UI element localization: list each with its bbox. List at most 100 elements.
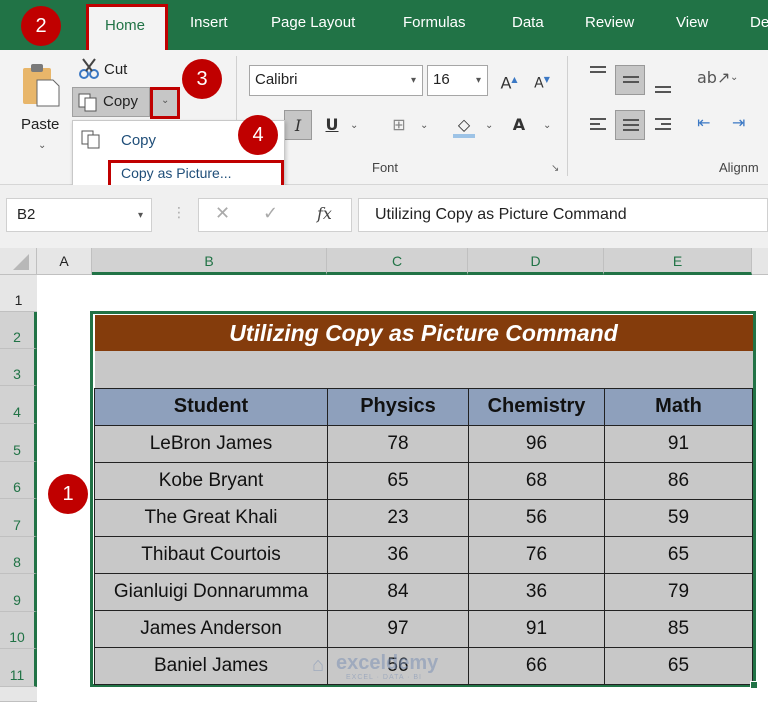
cell-student[interactable]: Baniel James <box>94 646 328 685</box>
column-header-d[interactable]: D <box>468 248 604 275</box>
orientation-icon[interactable]: ab↗ <box>697 68 730 87</box>
row-header-1[interactable]: 1 <box>0 275 37 312</box>
header-chemistry[interactable]: Chemistry <box>468 387 605 426</box>
cell-math[interactable]: 91 <box>604 424 753 463</box>
tab-developer[interactable]: De <box>750 14 768 31</box>
paste-button[interactable]: Paste ⌄ <box>14 58 68 151</box>
middle-align-icon[interactable] <box>615 65 645 95</box>
row-header-12[interactable] <box>0 687 37 702</box>
cell-student[interactable]: Kobe Bryant <box>94 461 328 500</box>
drag-handle-icon[interactable]: ⋮ <box>172 205 186 221</box>
row-header-9[interactable]: 9 <box>0 574 37 612</box>
cell-math[interactable]: 59 <box>604 498 753 537</box>
column-header-e[interactable]: E <box>604 248 752 275</box>
cell-chemistry[interactable]: 36 <box>468 572 605 611</box>
tab-home[interactable]: Home <box>86 4 168 54</box>
watermark: ⌂ exceldemy EXCEL · DATA · BI <box>312 652 458 684</box>
row-header-8[interactable]: 8 <box>0 537 37 574</box>
tab-data[interactable]: Data <box>512 14 544 31</box>
cell-math[interactable]: 79 <box>604 572 753 611</box>
name-box[interactable]: B2 ▾ <box>6 198 152 232</box>
select-all-corner[interactable] <box>0 248 37 275</box>
row-header-10[interactable]: 10 <box>0 612 37 649</box>
blank-row[interactable] <box>94 351 753 388</box>
header-physics[interactable]: Physics <box>327 387 469 426</box>
table-title[interactable]: Utilizing Copy as Picture Command <box>94 315 753 351</box>
underline-button[interactable]: U <box>318 110 346 140</box>
cell-chemistry[interactable]: 76 <box>468 535 605 574</box>
column-header-a[interactable]: A <box>37 248 92 275</box>
cell-student[interactable]: Thibaut Courtois <box>94 535 328 574</box>
insert-function-icon[interactable]: fx <box>317 204 332 223</box>
borders-icon[interactable]: ⊞ <box>385 110 413 140</box>
align-left-icon[interactable] <box>583 110 613 140</box>
cell-chemistry[interactable]: 66 <box>468 646 605 685</box>
align-right-icon[interactable] <box>648 110 678 140</box>
fill-color-icon[interactable]: ◇ <box>450 110 478 140</box>
formula-controls: ✕ ✓ fx <box>198 198 352 232</box>
enter-check-icon[interactable]: ✓ <box>263 203 278 224</box>
font-name-select[interactable]: Calibri ▾ <box>249 65 423 96</box>
row-header-2[interactable]: 2 <box>0 312 37 349</box>
copy-button[interactable]: Copy <box>72 87 150 117</box>
align-center-icon[interactable] <box>615 110 645 140</box>
chevron-down-icon[interactable]: ⌄ <box>543 120 551 131</box>
fill-handle[interactable] <box>750 681 758 689</box>
tab-view[interactable]: View <box>676 14 708 31</box>
chevron-down-icon[interactable]: ⌄ <box>730 72 738 83</box>
chevron-down-icon[interactable]: ⌄ <box>350 120 358 131</box>
cell-physics[interactable]: 84 <box>327 572 469 611</box>
name-box-value: B2 <box>17 206 36 223</box>
menu-item-copy-label: Copy <box>121 132 157 149</box>
row-header-11[interactable]: 11 <box>0 649 37 687</box>
decrease-font-size-icon[interactable]: A▼ <box>528 65 556 95</box>
cell-math[interactable]: 86 <box>604 461 753 500</box>
cell-student[interactable]: Gianluigi Donnarumma <box>94 572 328 611</box>
decrease-indent-icon[interactable]: ⇤ <box>697 113 710 132</box>
cell-chemistry[interactable]: 91 <box>468 609 605 648</box>
chevron-down-icon[interactable]: ⌄ <box>420 120 428 131</box>
tab-page-layout[interactable]: Page Layout <box>271 14 355 31</box>
row-header-7[interactable]: 7 <box>0 499 37 537</box>
font-color-icon[interactable]: A <box>505 110 533 140</box>
tab-review[interactable]: Review <box>585 14 634 31</box>
bottom-align-icon[interactable] <box>648 70 678 100</box>
chevron-down-icon[interactable]: ⌄ <box>485 120 493 131</box>
paste-chevron-icon[interactable]: ⌄ <box>38 140 46 151</box>
increase-font-size-icon[interactable]: A▲ <box>495 65 523 95</box>
cell-math[interactable]: 85 <box>604 609 753 648</box>
font-size-select[interactable]: 16 ▾ <box>427 65 488 96</box>
cell-physics[interactable]: 97 <box>327 609 469 648</box>
row-header-6[interactable]: 6 <box>0 462 37 499</box>
cell-student[interactable]: LeBron James <box>94 424 328 463</box>
cut-button[interactable]: Cut <box>76 58 136 82</box>
cell-chemistry[interactable]: 68 <box>468 461 605 500</box>
cell-chemistry[interactable]: 96 <box>468 424 605 463</box>
scissors-icon <box>79 58 99 79</box>
cell-math[interactable]: 65 <box>604 535 753 574</box>
cell-physics[interactable]: 65 <box>327 461 469 500</box>
italic-button[interactable]: I <box>284 110 312 140</box>
cell-math[interactable]: 65 <box>604 646 753 685</box>
row-header-5[interactable]: 5 <box>0 424 37 462</box>
increase-indent-icon[interactable]: ⇥ <box>732 113 745 132</box>
copy-dropdown-button[interactable]: ⌄ <box>150 87 180 119</box>
dialog-launcher-icon[interactable]: ↘ <box>551 163 559 174</box>
cell-student[interactable]: The Great Khali <box>94 498 328 537</box>
column-header-b[interactable]: B <box>92 248 327 275</box>
cell-physics[interactable]: 78 <box>327 424 469 463</box>
cell-student[interactable]: James Anderson <box>94 609 328 648</box>
header-math[interactable]: Math <box>604 387 753 426</box>
row-header-3[interactable]: 3 <box>0 349 37 386</box>
top-align-icon[interactable] <box>583 60 613 90</box>
header-student[interactable]: Student <box>94 387 328 426</box>
tab-formulas[interactable]: Formulas <box>403 14 466 31</box>
formula-input[interactable]: Utilizing Copy as Picture Command <box>358 198 768 232</box>
cell-physics[interactable]: 36 <box>327 535 469 574</box>
cell-chemistry[interactable]: 56 <box>468 498 605 537</box>
tab-insert[interactable]: Insert <box>190 14 228 31</box>
row-header-4[interactable]: 4 <box>0 386 37 424</box>
column-header-c[interactable]: C <box>327 248 468 275</box>
cancel-icon[interactable]: ✕ <box>215 203 230 224</box>
cell-physics[interactable]: 23 <box>327 498 469 537</box>
